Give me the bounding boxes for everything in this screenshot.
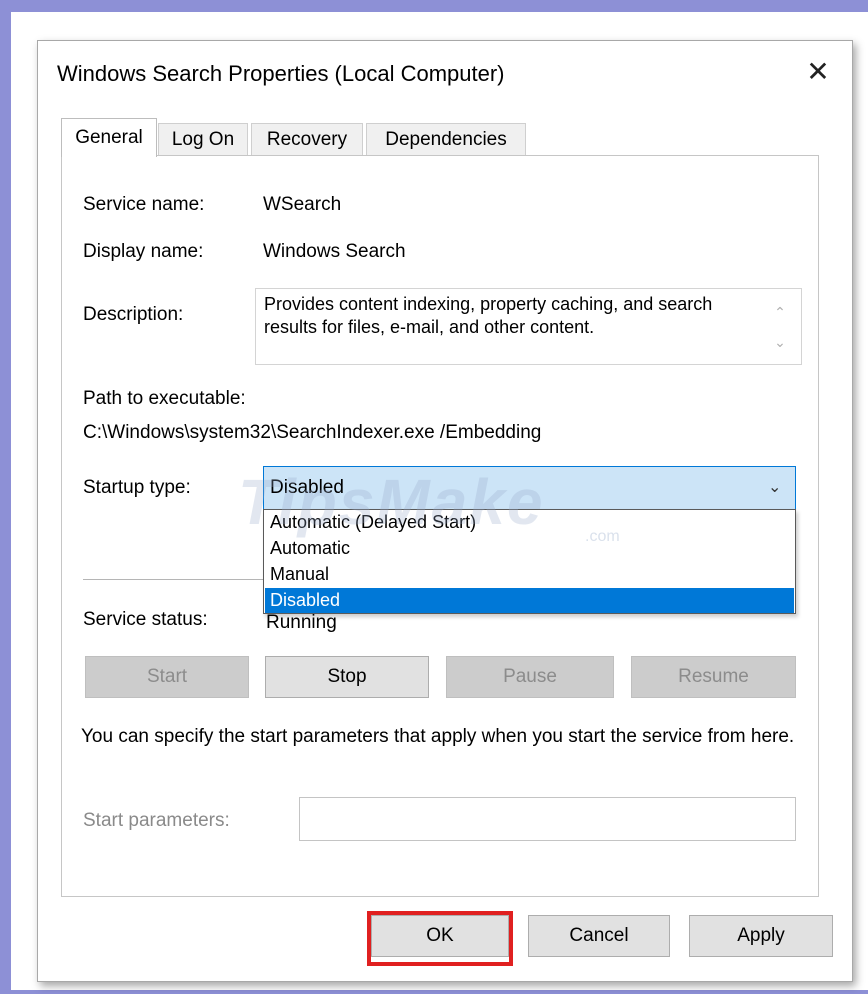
tab-recovery[interactable]: Recovery bbox=[251, 123, 363, 156]
path-label: Path to executable: bbox=[83, 388, 246, 409]
section-divider bbox=[83, 579, 263, 580]
service-name-label: Service name: bbox=[83, 194, 205, 215]
tab-dependencies[interactable]: Dependencies bbox=[366, 123, 526, 156]
dropdown-option-disabled[interactable]: Disabled bbox=[265, 588, 794, 613]
display-name-label: Display name: bbox=[83, 241, 204, 262]
tab-general[interactable]: General bbox=[61, 118, 157, 157]
description-value: Provides content indexing, property cach… bbox=[264, 294, 713, 337]
startup-type-value: Disabled bbox=[270, 477, 344, 498]
dropdown-option-automatic[interactable]: Automatic bbox=[265, 536, 794, 561]
watermark-suffix: .com bbox=[585, 528, 620, 545]
service-status-label: Service status: bbox=[83, 609, 208, 630]
tab-log-on[interactable]: Log On bbox=[158, 123, 248, 156]
start-parameters-input[interactable] bbox=[299, 797, 796, 841]
dropdown-option-manual[interactable]: Manual bbox=[265, 562, 794, 587]
ok-button[interactable]: OK bbox=[371, 915, 509, 957]
dialog-title: Windows Search Properties (Local Compute… bbox=[57, 61, 505, 86]
start-parameters-hint: You can specify the start parameters tha… bbox=[81, 726, 795, 747]
start-parameters-label: Start parameters: bbox=[83, 810, 230, 831]
close-icon[interactable]: ✕ bbox=[803, 56, 833, 88]
cancel-button[interactable]: Cancel bbox=[528, 915, 670, 957]
chevron-down-icon[interactable]: ⌄ bbox=[768, 476, 781, 500]
service-status-value: Running bbox=[266, 612, 337, 633]
outer-frame-left bbox=[0, 0, 11, 994]
startup-type-dropdown: Automatic (Delayed Start) Automatic Manu… bbox=[263, 509, 796, 614]
resume-button[interactable]: Resume bbox=[631, 656, 796, 698]
service-name-value: WSearch bbox=[263, 194, 342, 215]
apply-button[interactable]: Apply bbox=[689, 915, 833, 957]
display-name-value[interactable]: Windows Search bbox=[263, 240, 406, 264]
dropdown-option-automatic-delayed[interactable]: Automatic (Delayed Start) bbox=[265, 510, 794, 535]
outer-frame-top bbox=[0, 0, 868, 12]
path-value: C:\Windows\system32\SearchIndexer.exe /E… bbox=[83, 422, 542, 443]
scroll-down-icon[interactable]: ⌄ bbox=[771, 333, 789, 351]
outer-frame-bottom bbox=[0, 990, 868, 994]
scroll-up-icon[interactable]: ⌃ bbox=[771, 303, 789, 321]
pause-button[interactable]: Pause bbox=[446, 656, 614, 698]
startup-type-label: Startup type: bbox=[83, 477, 191, 498]
start-button[interactable]: Start bbox=[85, 656, 249, 698]
stop-button[interactable]: Stop bbox=[265, 656, 429, 698]
description-label: Description: bbox=[83, 304, 184, 325]
